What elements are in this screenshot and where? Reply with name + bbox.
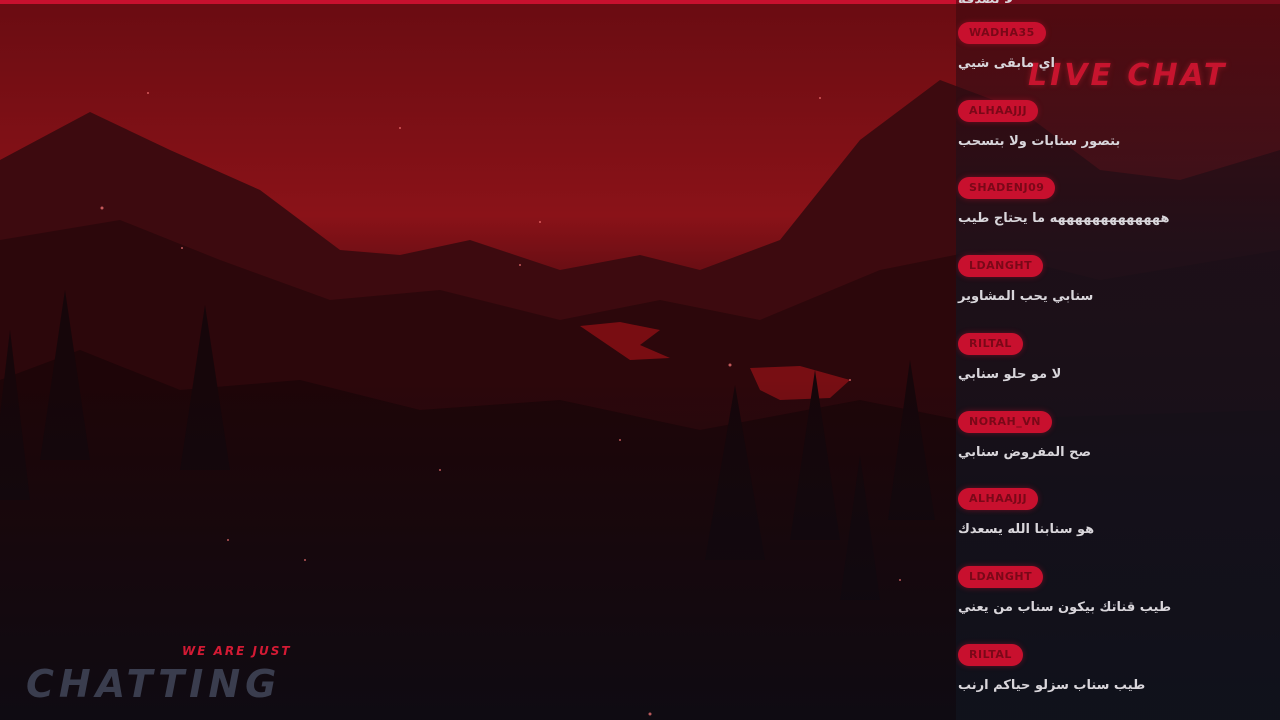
chat-message: RILTAL لا مو حلو سنابي [956, 333, 1280, 389]
chat-message: RILTAL طيب سناب سزلو حياكم ارنب [956, 644, 1280, 700]
chat-message-text: طيب سناب سزلو حياكم ارنب [958, 678, 1146, 693]
chat-message: SHADENJ09 هههههههههههههه ما يحتاج طيب [956, 177, 1280, 233]
chat-message: LDANGHT طيب قناتك بيكون سناب من يعني [956, 566, 1280, 622]
chat-message: ALHAAJJJ هو سنابنا الله يسعدك [956, 488, 1280, 544]
chat-message-text: صح المفروض سنابي [958, 445, 1092, 460]
chat-message: WADHA35 اي مابقى شيي [956, 22, 1280, 78]
chat-username-badge: LDANGHT [958, 566, 1044, 588]
chat-message-text: هههههههههههههه ما يحتاج طيب [958, 211, 1170, 226]
chat-feed: WADHA35 اي مابقى شيي ALHAAJJJ بتصور سنابات … [956, 0, 1280, 720]
chat-message-text: بتصور سنابات ولا بتسحب [958, 134, 1121, 149]
chat-username-badge: SHADENJ09 [958, 177, 1056, 199]
chat-username-badge: RILTAL [958, 333, 1023, 355]
tagline: WE ARE JUST [182, 644, 292, 658]
chat-username-badge: NORAH_VN [958, 411, 1052, 433]
chat-username-badge: WADHA35 [958, 22, 1046, 44]
chat-message-text: لا مو حلو سنابي [958, 367, 1062, 382]
chat-username-badge: ALHAAJJJ [958, 100, 1039, 122]
chat-message: NORAH_VN صح المفروض سنابي [956, 411, 1280, 467]
chat-message-text: طيب قناتك بيكون سناب من يعني [958, 600, 1172, 615]
chatting-title: CHATTING [26, 662, 282, 706]
chat-username-badge: ALHAAJJJ [958, 488, 1039, 510]
chat-message: ALHAAJJJ بتصور سنابات ولا بتسحب [956, 100, 1280, 156]
chat-message: LDANGHT سنابي يحب المشاوير [956, 255, 1280, 311]
chat-message-text: اي مابقى شيي [958, 56, 1055, 71]
chat-username-badge: RILTAL [958, 644, 1023, 666]
chat-message-text: هو سنابنا الله يسعدك [958, 522, 1095, 537]
chat-username-badge: LDANGHT [958, 255, 1044, 277]
chat-message-text: سنابي يحب المشاوير [958, 289, 1094, 304]
chatting-logo: WE ARE JUST CHATTING [26, 642, 326, 706]
